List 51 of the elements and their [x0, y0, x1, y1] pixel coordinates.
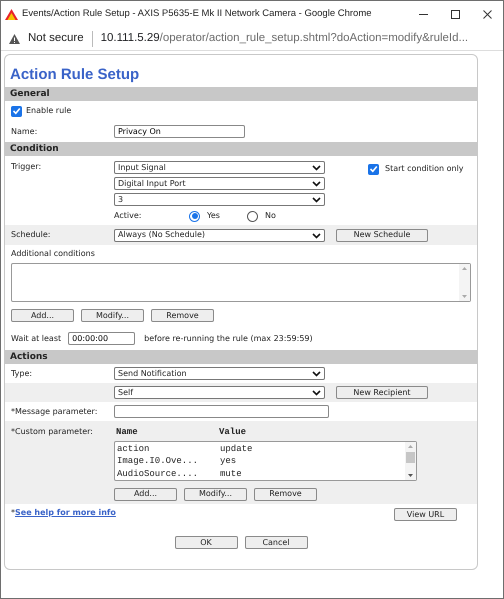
list-cell-text: yes [220, 455, 238, 468]
button[interactable]: Modify... [184, 488, 247, 500]
button[interactable]: Add... [11, 309, 74, 322]
field-label: Name: [11, 126, 38, 138]
window-title: Events/Action Rule Setup - AXIS P5635-E Mk II Network Camera - Google Chrome [22, 6, 372, 21]
dropdown[interactable]: Self [114, 386, 325, 399]
list-cell-text: action [117, 442, 150, 455]
field-label: Wait at least [11, 332, 62, 344]
field-label: Trigger: [11, 161, 42, 173]
button[interactable]: New Schedule [336, 228, 428, 242]
column-header: Name [116, 426, 139, 439]
url-text[interactable]: 10.111.5.29/operator/action_rule_setup.shtml?doAction=modify&ruleId... [100, 30, 468, 48]
asterisk-mark: * [11, 507, 15, 519]
checkbox-label: Start condition only [385, 163, 464, 175]
hint-text: before re-running the rule (max 23:59:59) [144, 332, 313, 344]
list-cell-text: update [220, 442, 254, 455]
section-header: Condition [5, 142, 477, 156]
security-label: Not secure [28, 30, 84, 46]
field-label: *Custom parameter: [11, 426, 94, 438]
dropdown[interactable]: Always (No Schedule) [114, 228, 325, 242]
dropdown[interactable]: Send Notification [114, 367, 325, 380]
field-label: Type: [11, 368, 34, 380]
parameter-list[interactable]: action update Image.I0.Ove... yes AudioSource.... mute [114, 440, 417, 480]
field-label: Schedule: [11, 229, 52, 241]
list-cell-text: AudioSource.... [117, 468, 200, 480]
button[interactable]: Add... [114, 488, 177, 500]
checkbox-label: Enable rule [26, 105, 72, 117]
dropdown[interactable]: Input Signal [114, 161, 325, 174]
column-header: Value [219, 426, 248, 439]
button[interactable]: Remove [254, 488, 317, 500]
help-link[interactable]: See help for more info [15, 507, 116, 519]
radio-label: No [265, 210, 277, 222]
button[interactable]: OK [174, 536, 238, 549]
radio-label: Yes [207, 210, 221, 222]
button[interactable]: New Recipient [336, 386, 428, 399]
button[interactable]: Remove [151, 309, 214, 322]
page-title: Action Rule Setup [9, 65, 140, 85]
button[interactable]: View URL [394, 508, 457, 521]
section-header: General [5, 87, 477, 101]
name-field[interactable]: Privacy On [114, 125, 245, 138]
field-label: Active: [114, 210, 142, 222]
button[interactable]: Cancel [244, 536, 308, 549]
dropdown[interactable]: 3 [114, 193, 325, 206]
field-label: Additional conditions [11, 248, 96, 260]
list-cell-text: Image.I0.Ove... [117, 455, 200, 468]
list-cell-text: mute [220, 468, 243, 480]
section-header: Actions [5, 350, 477, 364]
wait-field[interactable]: 00:00:00 [68, 332, 136, 345]
field-label: *Message parameter: [11, 406, 98, 418]
button[interactable]: Modify... [81, 309, 144, 322]
dropdown[interactable]: Digital Input Port [114, 177, 325, 190]
